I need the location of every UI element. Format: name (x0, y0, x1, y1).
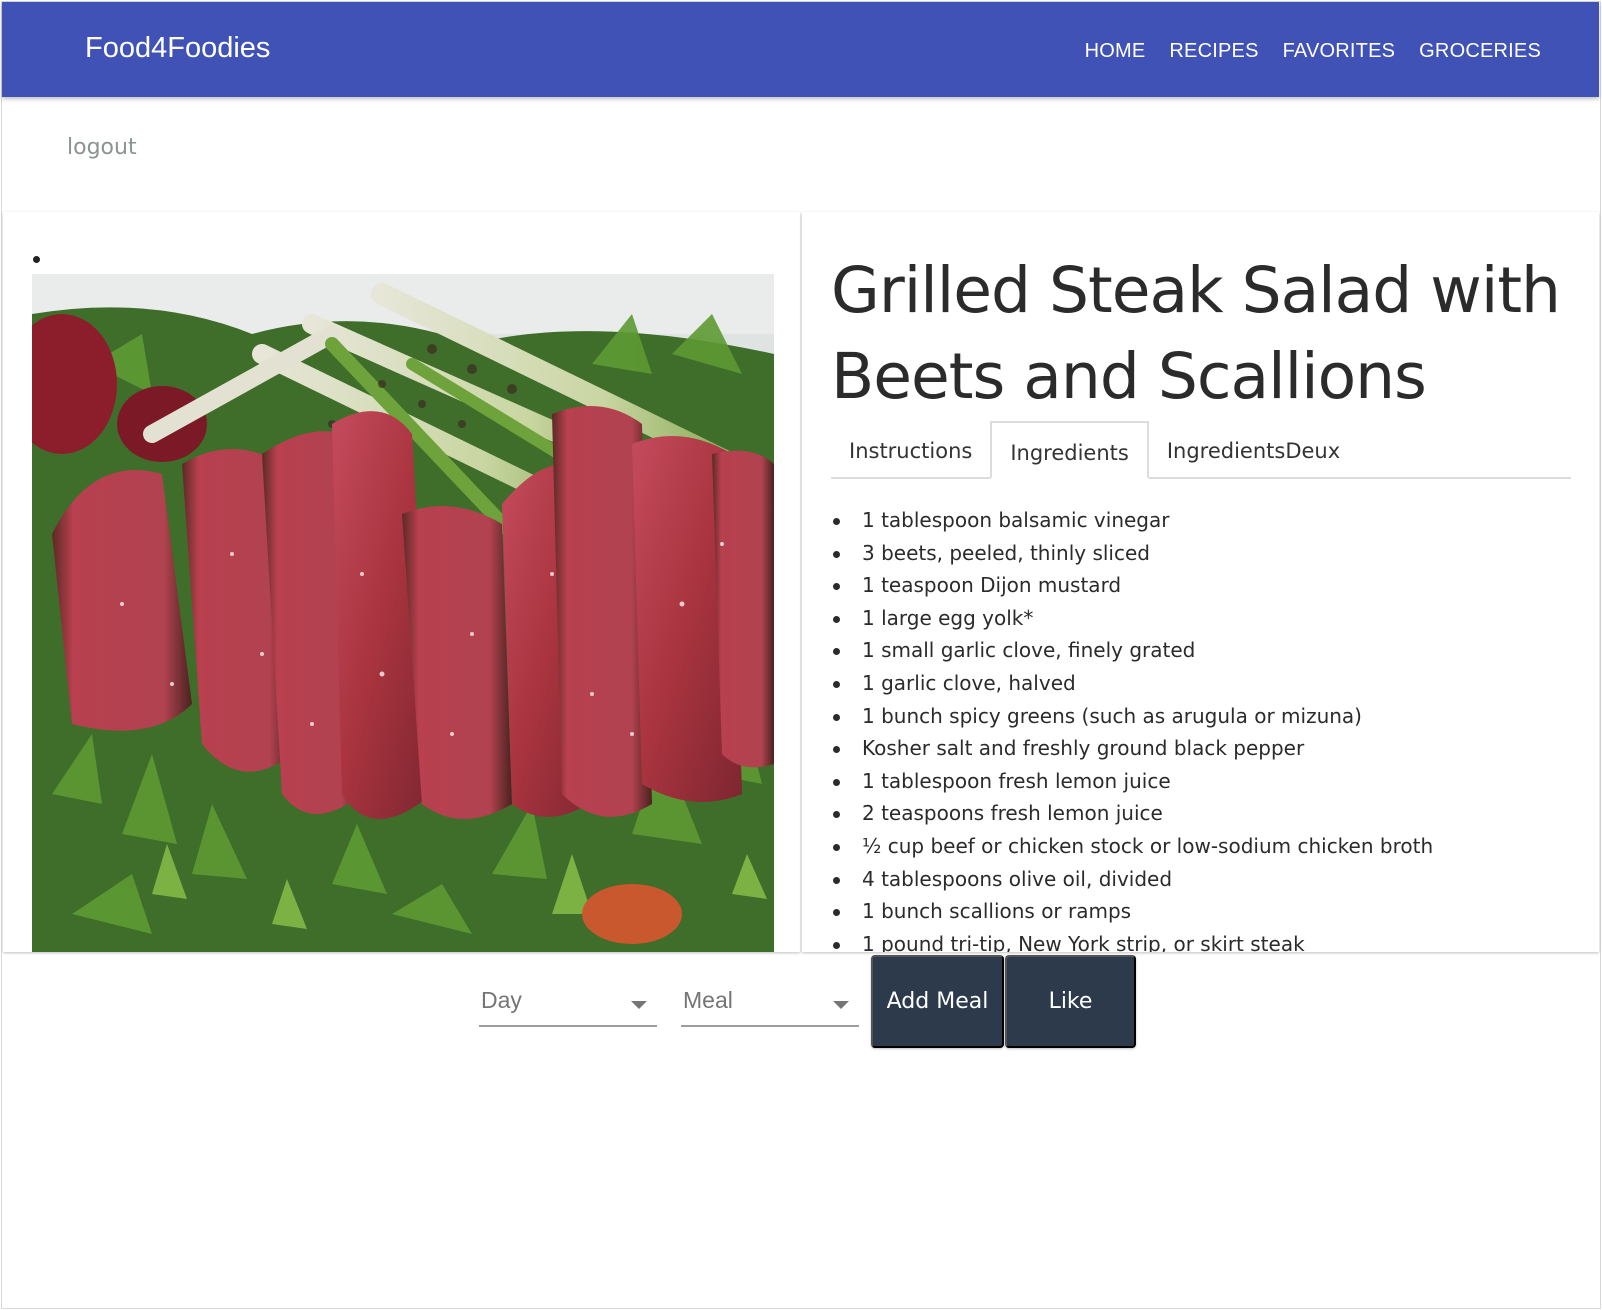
nav-home[interactable]: HOME (1073, 40, 1158, 63)
list-item: Kosher salt and freshly ground black pep… (831, 732, 1591, 765)
ingredients-list: 1 tablespoon balsamic vinegar 3 beets, p… (831, 504, 1591, 952)
brand-logo[interactable]: Food4Foodies (85, 32, 270, 65)
logout-link[interactable]: logout (67, 135, 137, 160)
meal-select[interactable]: Meal (681, 985, 859, 1027)
meal-controls: Day Meal Add Meal Like (0, 955, 1602, 1055)
list-item: 1 garlic clove, halved (831, 667, 1591, 700)
tab-instructions[interactable]: Instructions (831, 421, 990, 479)
list-item: 1 teaspoon Dijon mustard (831, 569, 1591, 602)
list-item: 1 small garlic clove, finely grated (831, 634, 1591, 667)
list-item: 1 tablespoon fresh lemon juice (831, 765, 1591, 798)
meal-select-label: Meal (683, 987, 733, 1013)
top-navbar: Food4Foodies HOME RECIPES FAVORITES GROC… (2, 2, 1599, 97)
list-item: ½ cup beef or chicken stock or low-sodiu… (831, 830, 1591, 863)
nav-recipes[interactable]: RECIPES (1157, 40, 1270, 63)
list-item: 2 teaspoons fresh lemon juice (831, 797, 1591, 830)
list-item: 4 tablespoons olive oil, divided (831, 863, 1591, 896)
chevron-down-icon (631, 1001, 647, 1009)
recipe-title: Grilled Steak Salad with Beets and Scall… (831, 254, 1561, 413)
recipe-image-card (3, 212, 800, 952)
recipe-details-card: Grilled Steak Salad with Beets and Scall… (802, 212, 1599, 952)
steak-salad-photo (32, 274, 774, 952)
tab-ingredients-deux[interactable]: IngredientsDeux (1149, 421, 1358, 479)
recipe-tabs: Instructions Ingredients IngredientsDeux (831, 421, 1571, 479)
day-select-label: Day (481, 987, 522, 1013)
nav-groceries[interactable]: GROCERIES (1407, 40, 1553, 63)
nav-links: HOME RECIPES FAVORITES GROCERIES (1073, 40, 1553, 63)
list-item: 1 large egg yolk* (831, 602, 1591, 635)
day-select[interactable]: Day (479, 985, 657, 1027)
list-item: 1 bunch spicy greens (such as arugula or… (831, 700, 1591, 733)
list-item: 3 beets, peeled, thinly sliced (831, 537, 1591, 570)
list-item: 1 tablespoon balsamic vinegar (831, 504, 1591, 537)
tab-ingredients[interactable]: Ingredients (990, 421, 1149, 479)
nav-favorites[interactable]: FAVORITES (1271, 40, 1408, 63)
chevron-down-icon (833, 1001, 849, 1009)
list-item: 1 pound tri-tip, New York strip, or skir… (831, 928, 1591, 952)
add-meal-button[interactable]: Add Meal (871, 955, 1004, 1048)
list-bullet (33, 256, 40, 263)
list-item: 1 bunch scallions or ramps (831, 895, 1591, 928)
like-button[interactable]: Like (1005, 955, 1136, 1048)
